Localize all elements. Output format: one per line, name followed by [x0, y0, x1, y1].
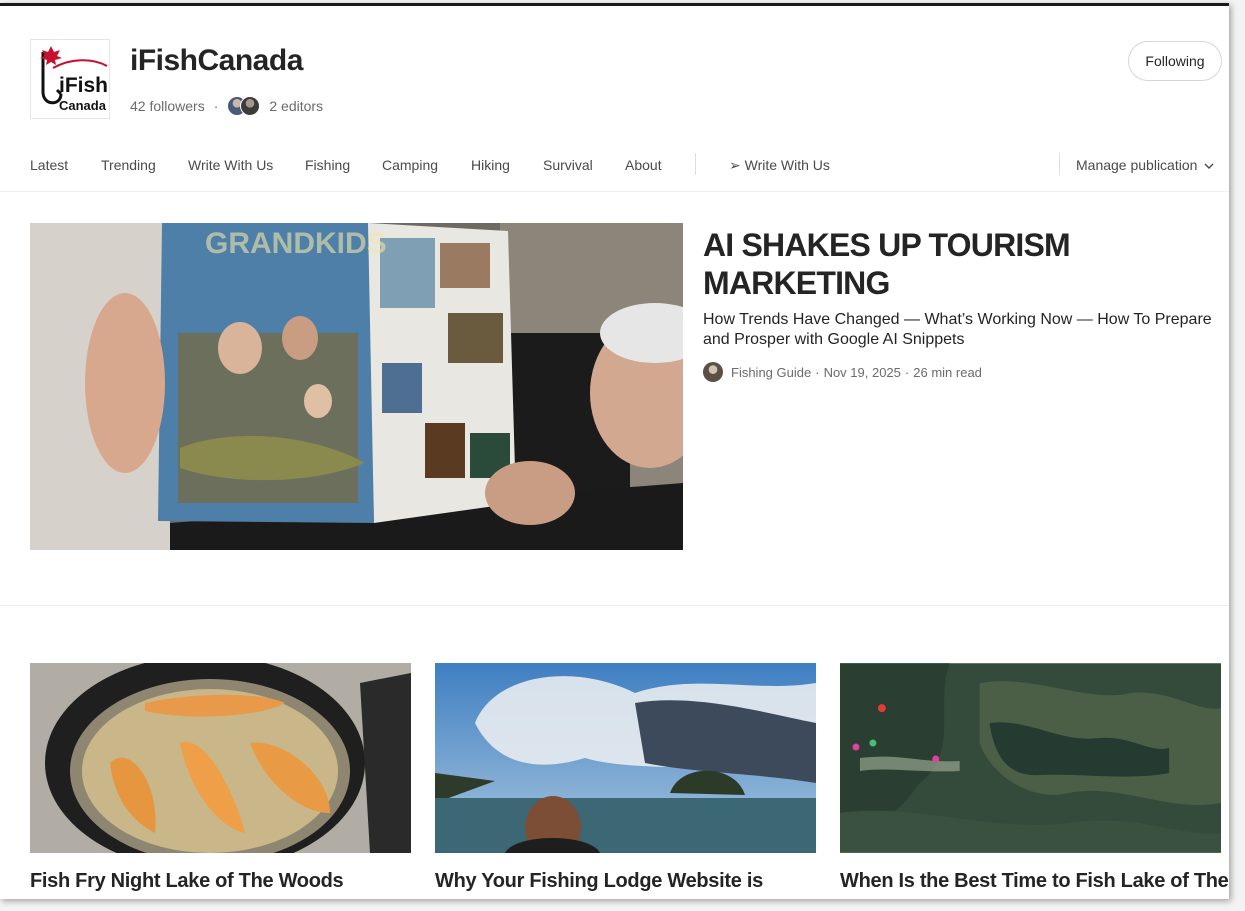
tab-camping[interactable]: Camping [382, 157, 438, 173]
nav-divider [1059, 153, 1060, 175]
story-card-title[interactable]: Fish Fry Night Lake of The Woods [30, 870, 420, 893]
post-date: Nov 19, 2025 [823, 364, 901, 380]
svg-text:GRANDKIDS: GRANDKIDS [205, 227, 387, 260]
story-card-title[interactable]: When Is the Best Time to Fish Lake of Th… [840, 870, 1229, 893]
tab-survival[interactable]: Survival [543, 157, 593, 173]
story-card-title[interactable]: Why Your Fishing Lodge Website is [435, 870, 825, 893]
tab-hiking[interactable]: Hiking [471, 157, 510, 173]
story-card-image[interactable] [840, 663, 1221, 853]
section-divider [0, 605, 1229, 606]
author-avatar[interactable] [703, 362, 723, 382]
publication-title[interactable]: iFishCanada [130, 44, 303, 78]
meta-separator: · [904, 364, 910, 380]
chevron-down-icon [1204, 163, 1214, 170]
tab-about[interactable]: About [625, 157, 662, 173]
featured-story-title[interactable]: AI SHAKES UP TOURISM MARKETING [703, 226, 1123, 302]
tab-latest[interactable]: Latest [30, 157, 68, 173]
editor-avatars[interactable] [227, 96, 261, 116]
editors-count[interactable]: 2 editors [269, 98, 323, 114]
featured-story-meta: Fishing Guide · Nov 19, 2025 · 26 min re… [703, 362, 982, 382]
tab-trending[interactable]: Trending [101, 157, 156, 173]
manage-publication-label: Manage publication [1076, 157, 1198, 173]
meta-separator: · [815, 364, 820, 380]
story-card-image[interactable] [435, 663, 816, 853]
following-button[interactable]: Following [1128, 41, 1222, 81]
publication-page: iFish Canada iFishCanada 42 followers · … [0, 3, 1229, 899]
avatar [240, 96, 261, 116]
author-name[interactable]: Fishing Guide [731, 365, 811, 380]
logo-sub: Canada [59, 98, 107, 113]
write-with-us-link[interactable]: ➢ Write With Us [729, 157, 830, 174]
followers-count[interactable]: 42 followers [130, 98, 205, 114]
logo-word: iFish [59, 74, 108, 97]
tab-fishing[interactable]: Fishing [305, 157, 350, 173]
publication-nav: Latest Trending Write With Us Fishing Ca… [0, 143, 1229, 192]
publication-meta: 42 followers · 2 editors [130, 94, 323, 118]
tab-write-with-us[interactable]: Write With Us [188, 157, 273, 173]
manage-publication-dropdown[interactable]: Manage publication [1076, 157, 1215, 173]
meta-separator: · [213, 98, 219, 114]
featured-story-image[interactable]: GRANDKIDS [30, 223, 683, 550]
featured-story-subtitle[interactable]: How Trends Have Changed — What’s Working… [703, 310, 1225, 350]
read-time: 26 min read [913, 364, 982, 380]
publication-logo[interactable]: iFish Canada [30, 39, 110, 119]
nav-divider [695, 153, 696, 175]
story-card-image[interactable] [30, 663, 411, 853]
